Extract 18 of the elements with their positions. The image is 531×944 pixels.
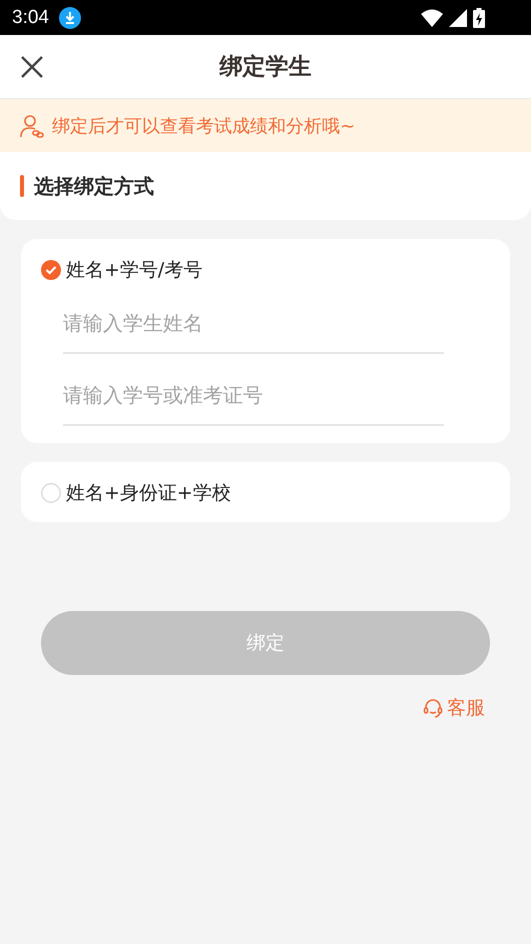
radio-icon[interactable]	[41, 483, 61, 503]
signal-icon	[449, 8, 467, 26]
option-label[interactable]: 姓名+学号/考号	[66, 257, 202, 283]
accent-bar	[20, 175, 24, 197]
headset-icon	[423, 698, 443, 718]
checked-radio-icon[interactable]	[41, 260, 61, 280]
download-icon	[58, 6, 81, 28]
battery-icon	[473, 8, 485, 28]
notice-text: 绑定后才可以查看考试成绩和分析哦~	[52, 114, 356, 138]
section-title: 选择绑定方式	[34, 172, 154, 200]
option-label[interactable]: 姓名+身份证+学校	[66, 480, 231, 506]
wifi-icon	[421, 8, 443, 26]
user-link-icon	[20, 114, 44, 138]
close-icon[interactable]	[20, 55, 44, 79]
page-title: 绑定学生	[220, 53, 312, 82]
status-time: 3:04	[12, 6, 49, 28]
input-field[interactable]: 请输入学号或准考证号	[63, 366, 444, 426]
input-field[interactable]: 请输入学生姓名	[63, 294, 444, 354]
